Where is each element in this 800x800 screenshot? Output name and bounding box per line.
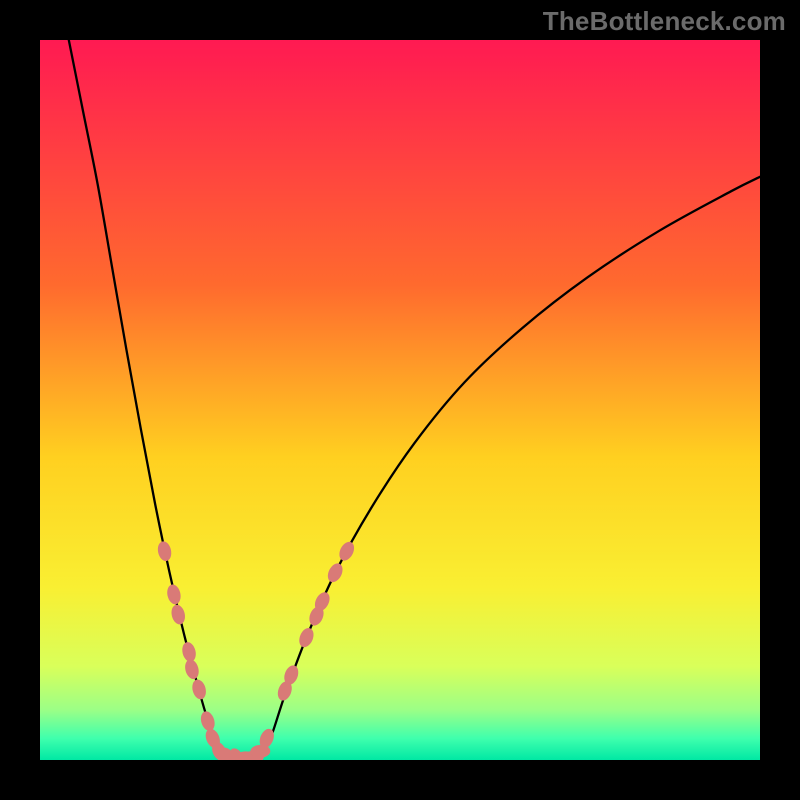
gradient-background (40, 40, 760, 760)
chart-frame: TheBottleneck.com (0, 0, 800, 800)
site-watermark: TheBottleneck.com (543, 6, 786, 37)
bottleneck-chart (0, 0, 800, 800)
